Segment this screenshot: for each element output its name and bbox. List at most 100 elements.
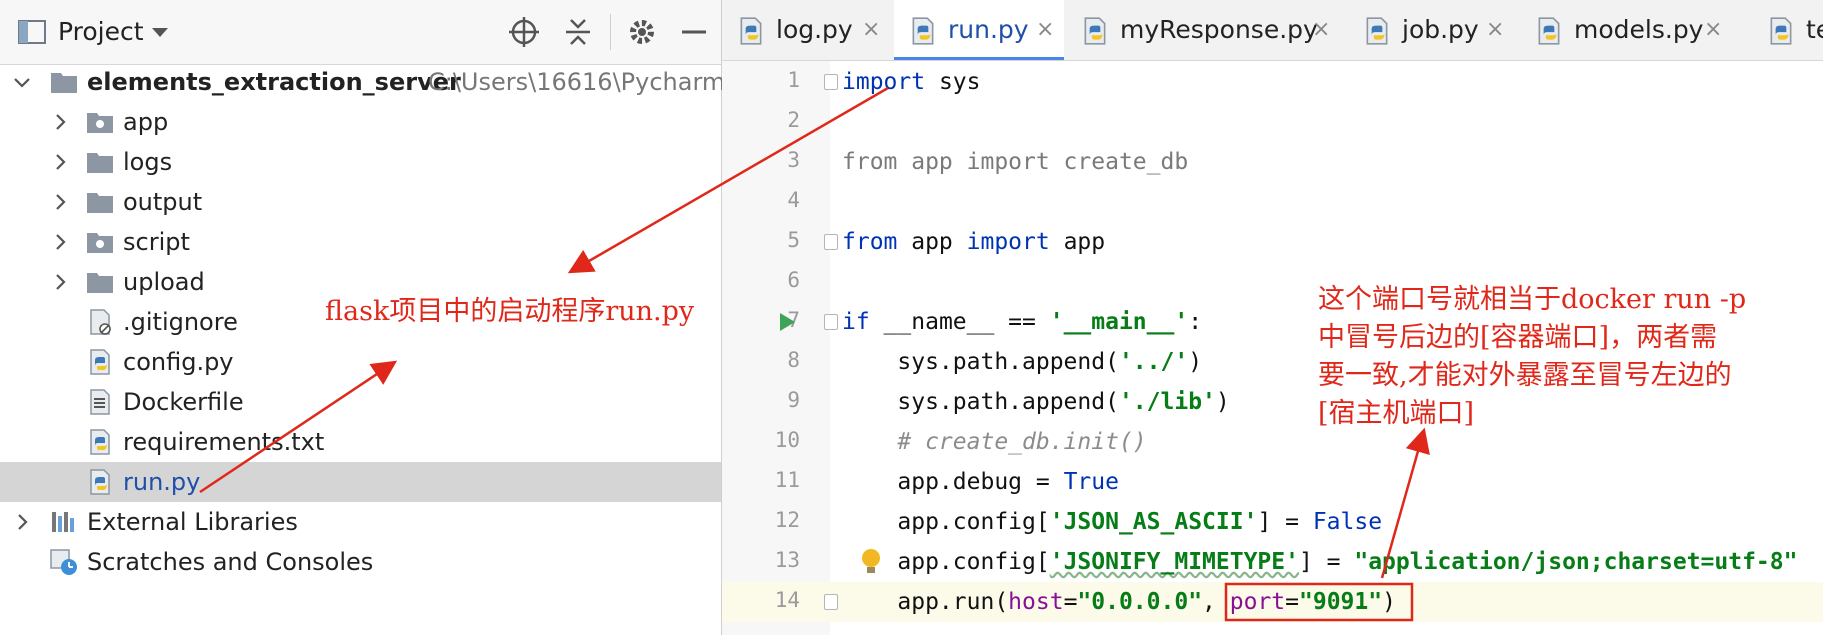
close-icon[interactable]: ×: [862, 16, 880, 44]
close-icon[interactable]: ×: [1486, 16, 1504, 44]
python-file-icon: [1084, 17, 1106, 45]
code-line-1[interactable]: 1 import sys: [722, 62, 1823, 102]
code-text: app.run(host="0.0.0.0", port="9091"): [842, 589, 1396, 615]
code-text: app.config['JSONIFY_MIMETYPE'] = "applic…: [842, 549, 1798, 575]
tab-log-py[interactable]: log.py ×: [722, 0, 892, 60]
package-folder-icon: [87, 233, 113, 253]
tab-tex[interactable]: tex: [1752, 0, 1823, 60]
ignore-file-icon: [90, 309, 111, 335]
line-number: 8: [787, 348, 800, 372]
settings-icon[interactable]: [626, 16, 658, 48]
code-line-11[interactable]: 11 app.debug = True: [722, 462, 1823, 502]
tree-root-row[interactable]: elements_extraction_server C:\Users\1661…: [0, 62, 740, 102]
line-number: 1: [787, 68, 800, 92]
requirements-file-icon: [90, 429, 110, 455]
project-view-icon[interactable]: [16, 16, 48, 48]
tree-item-label: .gitignore: [123, 308, 238, 336]
tab-run-py[interactable]: run.py ×: [894, 0, 1064, 60]
tree-item-label: output: [123, 188, 203, 216]
annotation-line: 要一致,才能对外暴露至冒号左边的: [1318, 360, 1732, 391]
tree-item-label: logs: [123, 148, 173, 176]
library-icon: [52, 512, 74, 532]
tree-item-app[interactable]: app: [0, 102, 721, 142]
close-icon[interactable]: ×: [1036, 16, 1054, 44]
python-file-icon: [912, 17, 934, 45]
scratches-icon: [50, 549, 77, 575]
fold-icon[interactable]: [824, 74, 838, 90]
annotation-line: 这个端口号就相当于docker run -p: [1318, 284, 1747, 315]
annotation-line: [宿主机端口]: [1318, 398, 1475, 429]
chevron-right-icon[interactable]: [50, 192, 70, 212]
code-text: from app import app: [842, 229, 1106, 255]
dropdown-icon[interactable]: [150, 22, 170, 42]
tree-item-config[interactable]: config.py: [0, 342, 721, 382]
tab-job-py[interactable]: job.py ×: [1348, 0, 1518, 60]
code-text: app.config['JSON_AS_ASCII'] = False: [842, 509, 1383, 535]
chevron-right-icon[interactable]: [50, 272, 70, 292]
tree-item-output[interactable]: output: [0, 182, 721, 222]
line-number: 2: [787, 108, 800, 132]
code-text: sys.path.append('../'): [842, 349, 1203, 375]
folder-icon: [87, 193, 113, 213]
folder-icon: [87, 153, 113, 173]
code-line-14[interactable]: 14 app.run(host="0.0.0.0", port="9091"): [722, 582, 1823, 622]
tree-item-label: upload: [123, 268, 205, 296]
package-folder-icon: [87, 113, 113, 133]
hide-icon[interactable]: [678, 16, 710, 48]
project-title[interactable]: Project: [58, 16, 144, 48]
line-number: 14: [774, 588, 800, 612]
line-number: 6: [787, 268, 800, 292]
line-number: 13: [774, 548, 800, 572]
chevron-right-icon[interactable]: [50, 152, 70, 172]
collapse-all-icon[interactable]: [562, 16, 594, 48]
tree-item-scratches[interactable]: Scratches and Consoles: [0, 542, 721, 582]
tree-item-label: External Libraries: [87, 508, 298, 536]
line-number: 12: [774, 508, 800, 532]
chevron-right-icon[interactable]: [50, 232, 70, 252]
project-root-name: elements_extraction_server: [87, 68, 461, 96]
tree-item-label: script: [123, 228, 190, 256]
code-line-4[interactable]: 4: [722, 182, 1823, 222]
code-text: app.debug = True: [842, 469, 1119, 495]
code-text: from app import create_db: [842, 149, 1189, 175]
locate-icon[interactable]: [508, 16, 540, 48]
tab-label: models.py: [1574, 15, 1704, 44]
fold-icon[interactable]: [824, 594, 838, 610]
editor-tab-bar: log.py × run.py × myResponse.py × job.py…: [722, 0, 1823, 61]
tree-item-external-libraries[interactable]: External Libraries: [0, 502, 721, 542]
run-icon[interactable]: [778, 312, 796, 332]
tree-item-dockerfile[interactable]: Dockerfile: [0, 382, 721, 422]
chevron-right-icon[interactable]: [12, 512, 32, 532]
code-line-13[interactable]: 13 app.config['JSONIFY_MIMETYPE'] = "app…: [722, 542, 1823, 582]
tab-label: tex: [1806, 15, 1823, 44]
tab-label: job.py: [1402, 15, 1479, 44]
chevron-down-icon[interactable]: [12, 72, 32, 92]
tab-myresponse-py[interactable]: myResponse.py ×: [1066, 0, 1346, 60]
code-line-5[interactable]: 5 from app import app: [722, 222, 1823, 262]
code-line-12[interactable]: 12 app.config['JSON_AS_ASCII'] = False: [722, 502, 1823, 542]
fold-icon[interactable]: [824, 314, 838, 330]
header-divider: [610, 14, 611, 50]
python-file-icon: [1770, 17, 1792, 45]
python-file-icon: [740, 17, 762, 45]
line-number: 10: [774, 428, 800, 452]
code-line-2[interactable]: 2: [722, 102, 1823, 142]
code-line-3[interactable]: 3 from app import create_db: [722, 142, 1823, 182]
tree-item-script[interactable]: script: [0, 222, 721, 262]
python-file-icon: [1538, 17, 1560, 45]
tree-item-requirements[interactable]: requirements.txt: [0, 422, 721, 462]
tab-models-py[interactable]: models.py ×: [1520, 0, 1736, 60]
fold-icon[interactable]: [824, 234, 838, 250]
annotation-port-note: 这个端口号就相当于docker run -p 中冒号后边的[容器端口]，两者需 …: [1318, 281, 1746, 433]
tree-item-label: requirements.txt: [123, 428, 325, 456]
close-icon[interactable]: ×: [1312, 16, 1330, 44]
tree-item-logs[interactable]: logs: [0, 142, 721, 182]
code-comment: # create_db.init(): [842, 429, 1147, 455]
close-icon[interactable]: ×: [1704, 16, 1722, 44]
tree-item-run[interactable]: run.py: [0, 462, 721, 502]
text-file-icon: [90, 389, 110, 415]
annotation-run-label: flask项目中的启动程序run.py: [325, 296, 695, 327]
python-file-icon: [90, 349, 110, 375]
chevron-right-icon[interactable]: [50, 112, 70, 132]
folder-icon: [87, 273, 113, 293]
